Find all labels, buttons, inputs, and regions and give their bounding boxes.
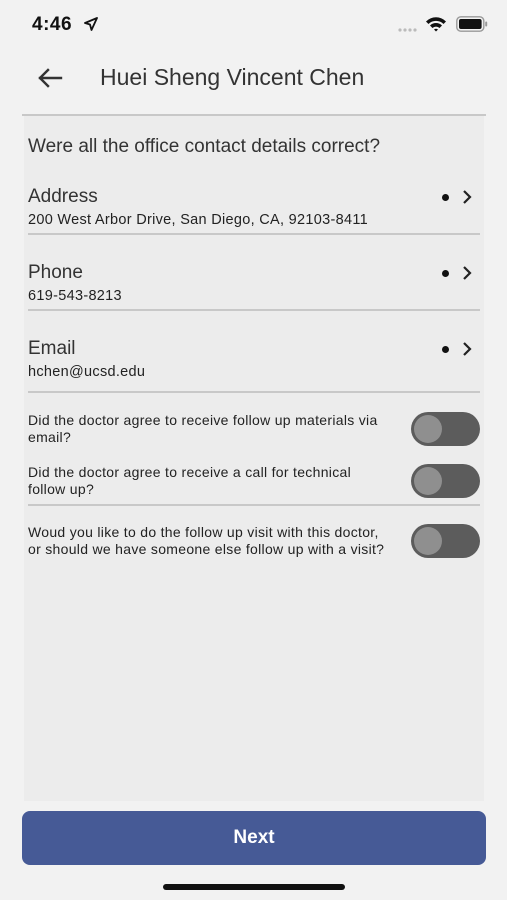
follow-up-visit-toggle[interactable]: [411, 524, 480, 558]
signal-icon: [398, 28, 417, 32]
address-row[interactable]: Address 200 West Arbor Drive, San Diego,…: [28, 186, 480, 228]
divider: [28, 504, 480, 506]
status-bar: 4:46: [0, 0, 507, 50]
phone-row[interactable]: Phone 619-543-8213: [28, 262, 480, 304]
location-arrow-icon: [84, 17, 98, 31]
dot-icon: [442, 346, 449, 353]
chevron-right-icon: [463, 342, 472, 356]
address-label: Address: [28, 186, 98, 207]
technical-call-toggle-row: Did the doctor agree to receive a call f…: [28, 464, 480, 500]
chevron-right-icon: [463, 190, 472, 204]
back-arrow-icon: [38, 68, 63, 88]
home-indicator: [163, 884, 345, 890]
toggle-knob: [414, 527, 442, 555]
email-row[interactable]: Email hchen@ucsd.edu: [28, 338, 480, 380]
back-button[interactable]: [34, 62, 66, 94]
next-button[interactable]: Next: [22, 811, 486, 865]
technical-call-toggle[interactable]: [411, 464, 480, 498]
dot-icon: [442, 270, 449, 277]
divider: [28, 391, 480, 393]
follow-up-visit-toggle-row: Woud you like to do the follow up visit …: [28, 524, 480, 576]
divider: [28, 233, 480, 235]
divider: [28, 309, 480, 311]
phone-value: 619-543-8213: [28, 288, 122, 304]
status-time: 4:46: [32, 14, 73, 35]
email-label: Email: [28, 338, 76, 359]
toggle-knob: [414, 415, 442, 443]
battery-icon: [456, 16, 488, 32]
email-materials-toggle[interactable]: [411, 412, 480, 446]
wifi-icon: [426, 17, 446, 32]
toggle-knob: [414, 467, 442, 495]
follow-up-visit-question: Woud you like to do the follow up visit …: [28, 524, 385, 557]
phone-label: Phone: [28, 262, 83, 283]
email-materials-question: Did the doctor agree to receive follow u…: [28, 412, 378, 445]
screen: 4:46 Huei Sheng Vincent Chen Were all th…: [0, 0, 507, 900]
contact-question: Were all the office contact details corr…: [28, 136, 381, 157]
chevron-right-icon: [463, 266, 472, 280]
email-value: hchen@ucsd.edu: [28, 364, 146, 380]
dot-icon: [442, 194, 449, 201]
header: Huei Sheng Vincent Chen: [0, 50, 507, 110]
address-value: 200 West Arbor Drive, San Diego, CA, 921…: [28, 212, 368, 228]
page-title: Huei Sheng Vincent Chen: [100, 64, 365, 90]
email-materials-toggle-row: Did the doctor agree to receive follow u…: [28, 412, 480, 448]
technical-call-question: Did the doctor agree to receive a call f…: [28, 464, 351, 497]
